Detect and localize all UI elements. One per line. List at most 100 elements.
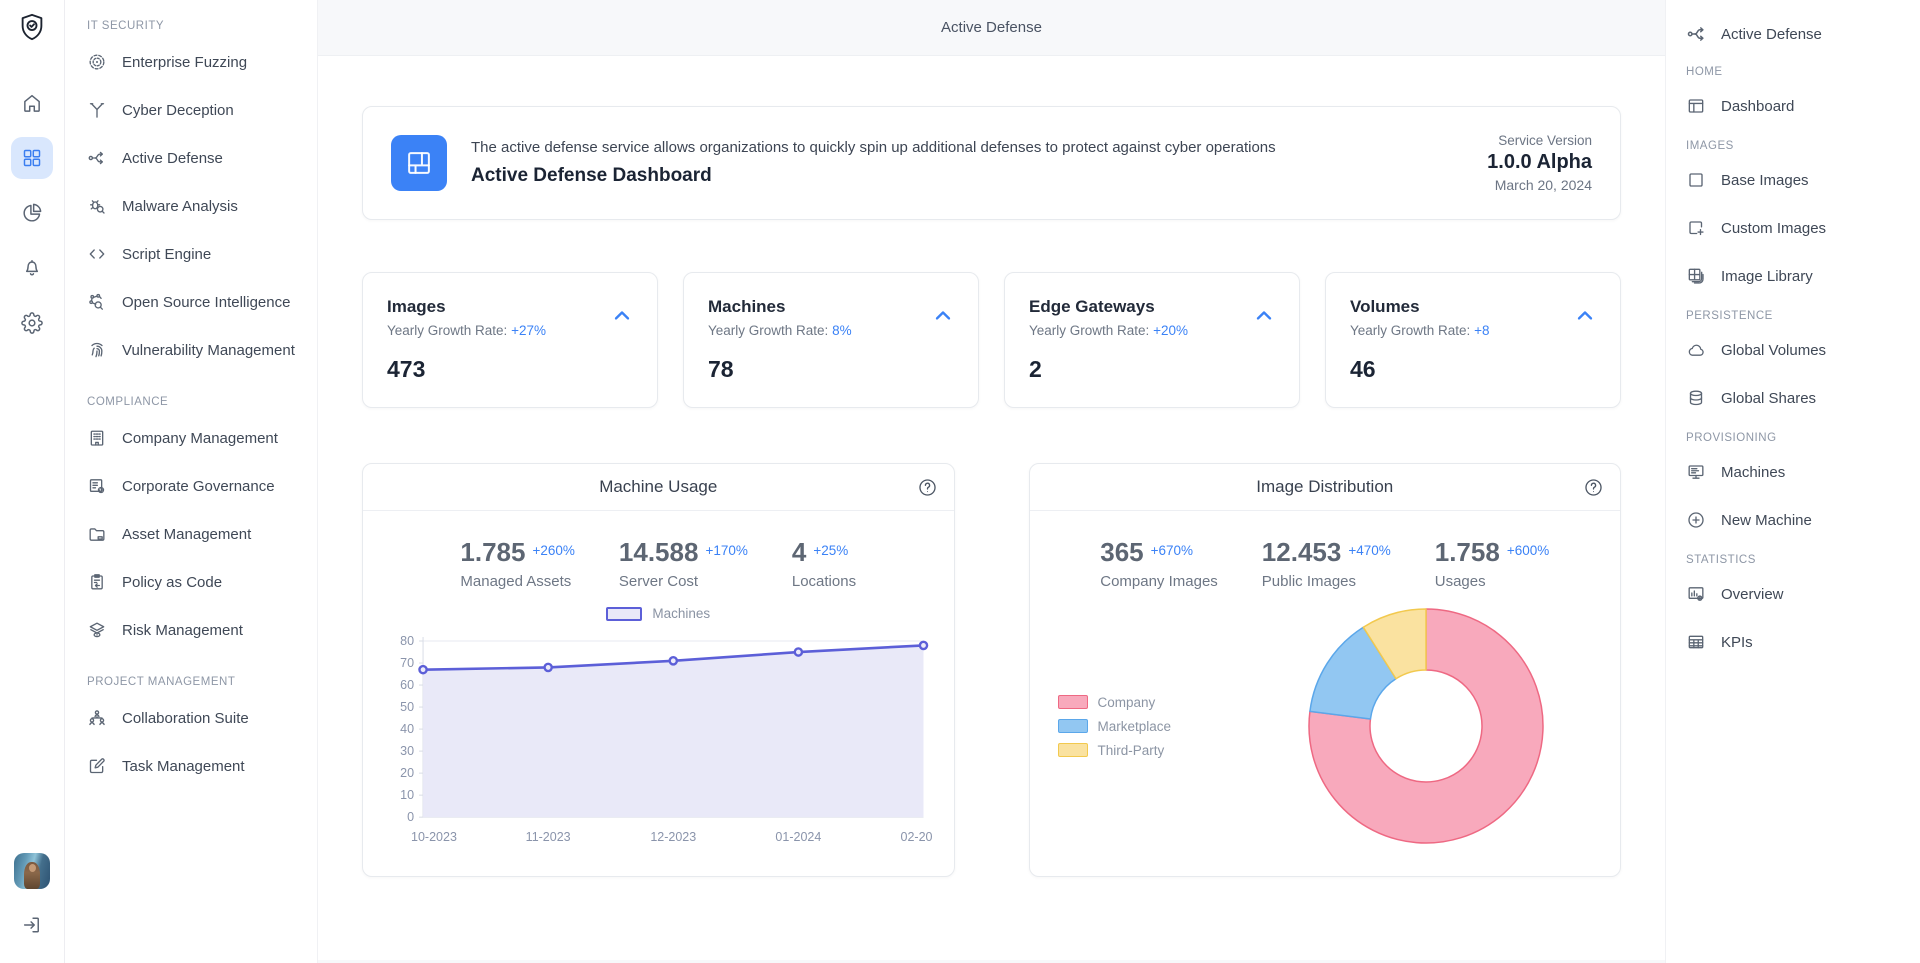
sidebar-item-malware-analysis[interactable]: Malware Analysis	[87, 182, 309, 230]
right-item-label: Image Library	[1721, 268, 1813, 285]
chart-stat-label: Locations	[792, 573, 856, 590]
chart-stat-delta: +600%	[1507, 543, 1549, 558]
stat-title: Volumes	[1350, 297, 1489, 317]
right-item-image-library[interactable]: Image Library	[1686, 252, 1912, 300]
chevron-up-icon[interactable]	[1574, 305, 1596, 327]
sidebar-item-task-management[interactable]: Task Management	[87, 742, 309, 790]
governance-icon	[87, 476, 107, 496]
right-item-label: Overview	[1721, 586, 1784, 603]
right-item-base-images[interactable]: Base Images	[1686, 156, 1912, 204]
square-plus-icon	[1686, 218, 1706, 238]
bell-icon	[21, 257, 43, 279]
shield-check-icon	[17, 12, 47, 47]
machines-legend[interactable]: Machines	[363, 606, 954, 621]
service-version-block: Service Version 1.0.0 Alpha March 20, 20…	[1487, 133, 1592, 193]
help-icon[interactable]	[1583, 477, 1604, 498]
sidebar-item-corporate-governance[interactable]: Corporate Governance	[87, 462, 309, 510]
sidebar-item-label: Active Defense	[122, 150, 223, 167]
sidebar-item-open-source-intelligence[interactable]: Open Source Intelligence	[87, 278, 309, 326]
machine-usage-title: Machine Usage	[599, 477, 717, 497]
building-icon	[87, 428, 107, 448]
svg-text:10-2023: 10-2023	[411, 830, 457, 844]
sidebar-item-risk-management[interactable]: Risk Management	[87, 606, 309, 654]
section-project-management: PROJECT MANAGEMENT Collaboration SuiteTas…	[87, 676, 309, 790]
right-item-label: Dashboard	[1721, 98, 1794, 115]
rail-analytics-button[interactable]	[11, 192, 53, 234]
rail-home-button[interactable]	[11, 82, 53, 124]
section-images: IMAGESBase ImagesCustom ImagesImage Libr…	[1686, 140, 1912, 300]
legend-marketplace[interactable]: Marketplace	[1058, 719, 1301, 734]
logout-button[interactable]	[11, 905, 53, 947]
rail-apps-button[interactable]	[11, 137, 53, 179]
help-icon[interactable]	[917, 477, 938, 498]
service-version-value: 1.0.0 Alpha	[1487, 151, 1592, 174]
section-header-project-management: PROJECT MANAGEMENT	[87, 676, 309, 688]
image-distribution-title: Image Distribution	[1256, 477, 1393, 497]
sidebar-item-active-defense[interactable]: Active Defense	[87, 134, 309, 182]
sidebar-item-asset-management[interactable]: Asset Management	[87, 510, 309, 558]
user-avatar[interactable]	[14, 853, 50, 889]
plus-circle-icon	[1686, 510, 1706, 530]
machine-usage-card: Machine Usage 1.785+260%Managed Assets 14…	[362, 463, 955, 877]
legend-company[interactable]: Company	[1058, 695, 1301, 710]
right-panel-title[interactable]: Active Defense	[1686, 16, 1912, 52]
right-item-global-volumes[interactable]: Global Volumes	[1686, 326, 1912, 374]
stat-title: Machines	[708, 297, 852, 317]
stat-growth-value: 8%	[832, 323, 852, 338]
chart-stat-locations: 4+25%Locations	[792, 537, 856, 590]
chart-stat-delta: +670%	[1151, 543, 1193, 558]
sidebar-item-vulnerability-management[interactable]: Vulnerability Management	[87, 326, 309, 374]
chart-stat-value: 12.453+470%	[1262, 537, 1391, 568]
section-statistics: STATISTICSOverviewKPIs	[1686, 554, 1912, 666]
image-distribution-donut	[1300, 600, 1552, 852]
sidebar-item-company-management[interactable]: Company Management	[87, 414, 309, 462]
app-logo[interactable]	[17, 12, 47, 47]
sidebar-item-enterprise-fuzzing[interactable]: Enterprise Fuzzing	[87, 38, 309, 86]
rail-notifications-button[interactable]	[11, 247, 53, 289]
pie-chart-icon	[21, 202, 43, 224]
right-item-new-machine[interactable]: New Machine	[1686, 496, 1912, 544]
stat-title: Images	[387, 297, 546, 317]
workflow-icon	[1686, 23, 1708, 45]
sidebar-item-label: Enterprise Fuzzing	[122, 54, 247, 71]
sidebar-item-cyber-deception[interactable]: Cyber Deception	[87, 86, 309, 134]
sidebar-item-collaboration-suite[interactable]: Collaboration Suite	[87, 694, 309, 742]
svg-text:30: 30	[400, 744, 414, 758]
grid-stack-icon	[1686, 266, 1706, 286]
right-item-overview[interactable]: Overview	[1686, 570, 1912, 618]
chevron-up-icon[interactable]	[932, 305, 954, 327]
sidebar-item-label: Malware Analysis	[122, 198, 238, 215]
cloud-icon	[1686, 340, 1706, 360]
svg-text:70: 70	[400, 656, 414, 670]
right-item-dashboard[interactable]: Dashboard	[1686, 82, 1912, 130]
chart-stat-value: 14.588+170%	[619, 537, 748, 568]
folder-icon	[87, 524, 107, 544]
machine-usage-stats: 1.785+260%Managed Assets14.588+170%Serve…	[363, 537, 954, 590]
monitor-icon	[1686, 462, 1706, 482]
chevron-up-icon[interactable]	[1253, 305, 1275, 327]
svg-text:80: 80	[400, 634, 414, 648]
right-item-kpis[interactable]: KPIs	[1686, 618, 1912, 666]
right-item-custom-images[interactable]: Custom Images	[1686, 204, 1912, 252]
sidebar-item-label: Script Engine	[122, 246, 211, 263]
malware-icon	[87, 196, 107, 216]
legend-label: Marketplace	[1098, 719, 1172, 734]
section-compliance: COMPLIANCECompany ManagementCorporate Go…	[87, 396, 309, 654]
svg-text:12-2023: 12-2023	[650, 830, 696, 844]
section-it-security: IT SECURITYEnterprise FuzzingCyber Decep…	[87, 20, 309, 374]
chart-stat-value: 1.785+260%	[460, 537, 575, 568]
chevron-up-icon[interactable]	[611, 305, 633, 327]
chart-stat-usages: 1.758+600%Usages	[1435, 537, 1550, 590]
logout-icon	[21, 914, 43, 939]
legend-third-party[interactable]: Third-Party	[1058, 743, 1301, 758]
chart-stat-managed-assets: 1.785+260%Managed Assets	[460, 537, 575, 590]
service-version-date: March 20, 2024	[1487, 177, 1592, 193]
right-item-machines[interactable]: Machines	[1686, 448, 1912, 496]
donut-legend: Company Marketplace Third-Party	[1058, 695, 1301, 758]
chart-stat-label: Usages	[1435, 573, 1550, 590]
right-item-label: Base Images	[1721, 172, 1809, 189]
sidebar-item-policy-as-code[interactable]: Policy as Code	[87, 558, 309, 606]
sidebar-item-script-engine[interactable]: Script Engine	[87, 230, 309, 278]
right-item-global-shares[interactable]: Global Shares	[1686, 374, 1912, 422]
rail-settings-button[interactable]	[11, 302, 53, 344]
